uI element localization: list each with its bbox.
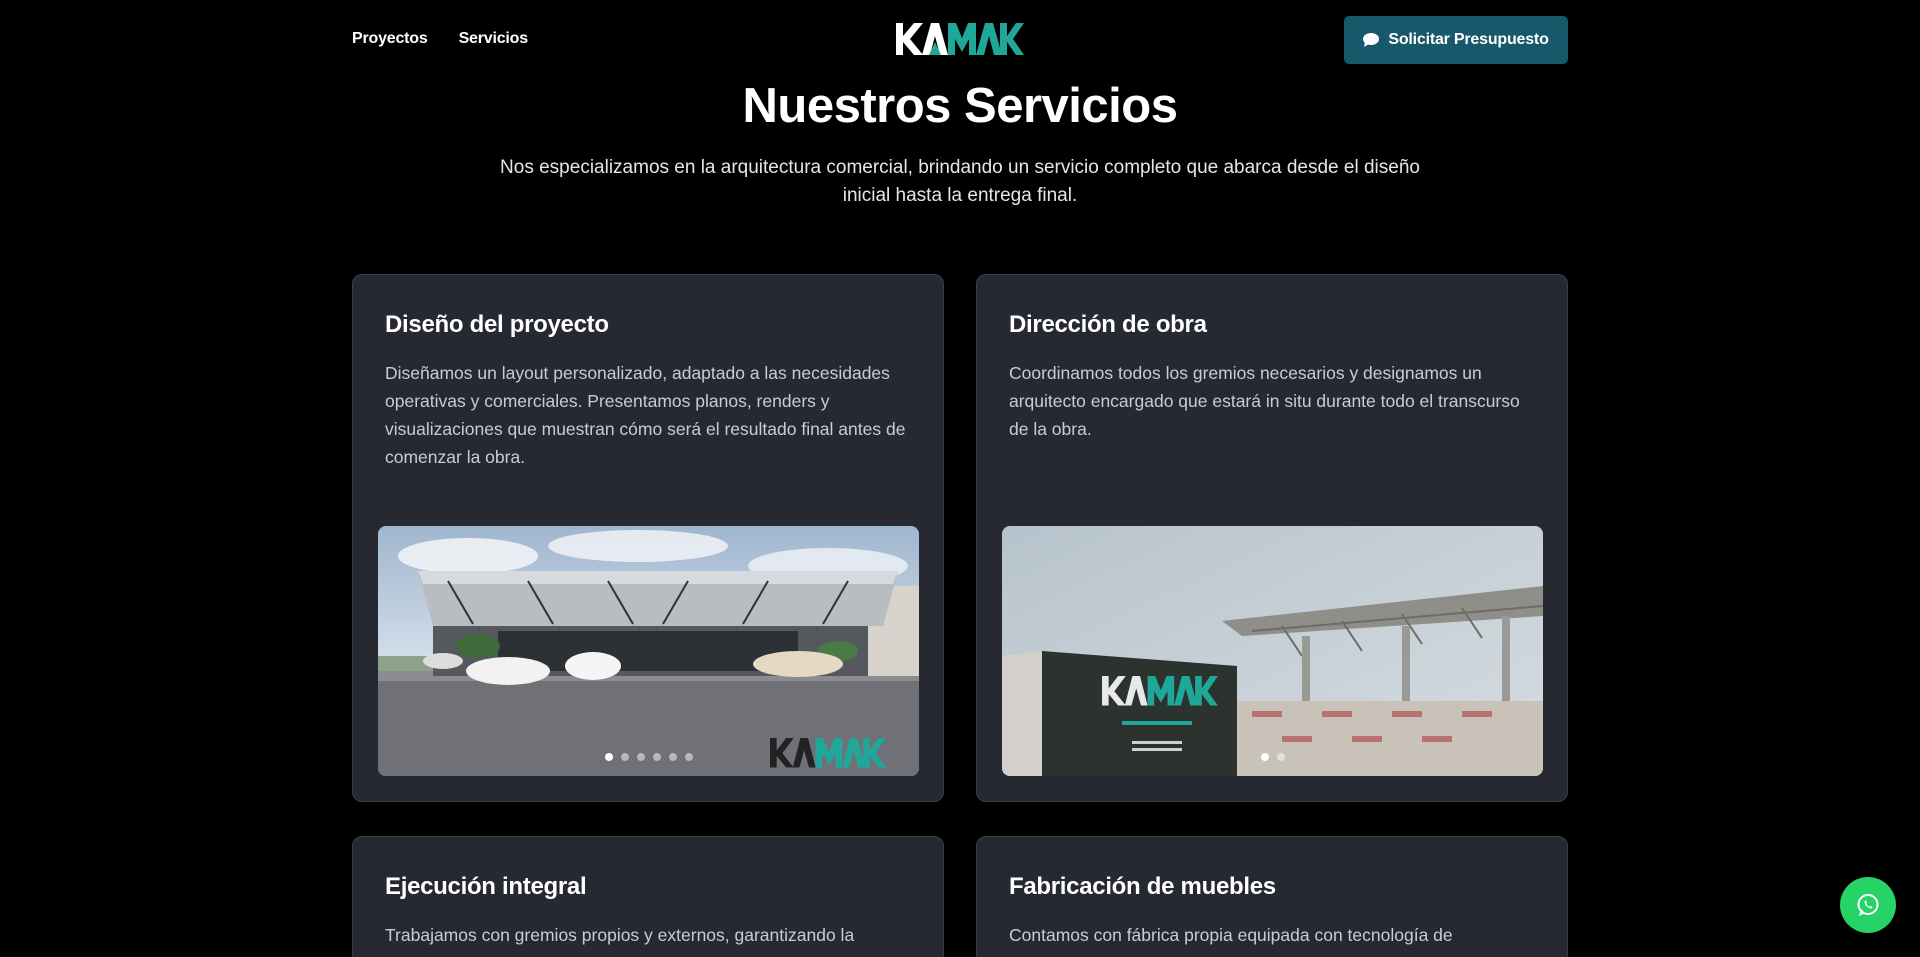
carousel-dot[interactable] [652, 753, 661, 761]
carousel-dot[interactable] [1261, 753, 1269, 761]
carousel-dot[interactable] [636, 753, 645, 761]
page-title: Nuestros Servicios [742, 79, 1178, 133]
service-card-ejecucion: Ejecución integral Trabajamos con gremio… [352, 836, 944, 957]
carousel-dot[interactable] [684, 753, 693, 761]
service-description: Contamos con fábrica propia equipada con… [1009, 925, 1453, 945]
service-title: Fabricación de muebles [1009, 873, 1276, 900]
image-carousel[interactable] [1002, 526, 1543, 776]
chat-bubble-icon [1363, 33, 1380, 47]
service-title: Ejecución integral [385, 873, 587, 900]
service-card-diseno: Diseño del proyecto Diseñamos un layout … [352, 274, 944, 802]
top-navigation: Proyectos Servicios Solicitar Presupuest… [0, 0, 1920, 80]
carousel-dot[interactable] [604, 753, 613, 761]
request-quote-button[interactable]: Solicitar Presupuesto [1344, 16, 1568, 64]
image-carousel[interactable] [378, 526, 919, 776]
nav-links: Proyectos Servicios [352, 30, 528, 48]
request-quote-label: Solicitar Presupuesto [1388, 31, 1549, 48]
carousel-dot[interactable] [620, 753, 629, 761]
service-description: Diseñamos un layout personalizado, adapt… [385, 363, 906, 467]
service-description: Coordinamos todos los gremios necesarios… [1009, 363, 1520, 439]
service-card-direccion: Dirección de obra Coordinamos todos los … [976, 274, 1568, 802]
whatsapp-button[interactable] [1840, 877, 1896, 933]
whatsapp-icon [1857, 894, 1879, 916]
carousel-indicators [1002, 753, 1543, 761]
carousel-dot[interactable] [1277, 753, 1285, 761]
service-card-muebles: Fabricación de muebles Contamos con fábr… [976, 836, 1568, 957]
nav-link-servicios[interactable]: Servicios [459, 30, 529, 48]
service-title: Diseño del proyecto [385, 311, 609, 338]
service-title: Dirección de obra [1009, 311, 1207, 338]
service-description: Trabajamos con gremios propios y externo… [385, 925, 855, 945]
kamak-logo[interactable] [896, 22, 1024, 56]
nav-link-proyectos[interactable]: Proyectos [352, 30, 428, 48]
carousel-indicators [378, 753, 919, 761]
render-image [378, 526, 919, 776]
page-subtitle: Nos especializamos en la arquitectura co… [500, 157, 1420, 206]
construction-photo [1002, 526, 1543, 776]
carousel-dot[interactable] [668, 753, 677, 761]
